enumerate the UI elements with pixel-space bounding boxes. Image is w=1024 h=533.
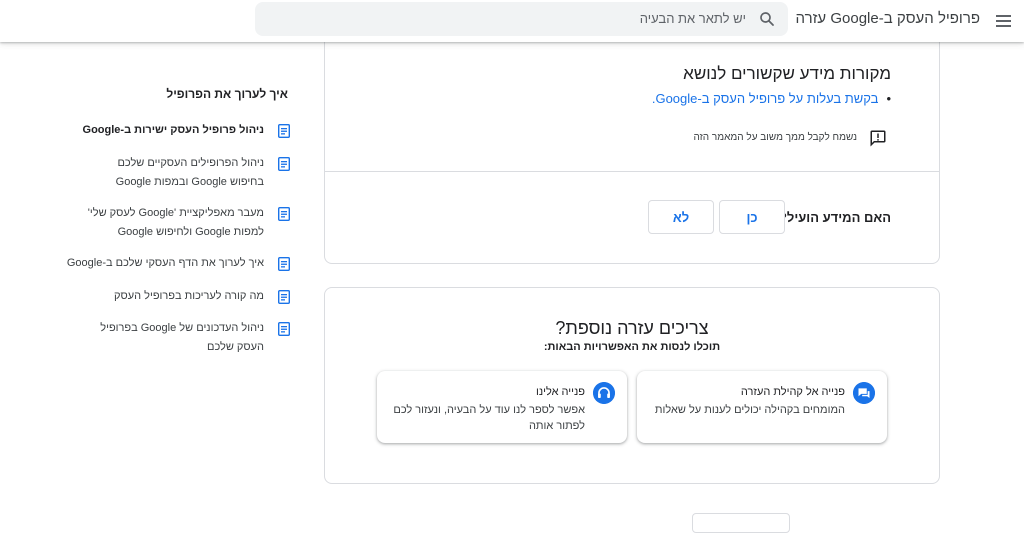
more-help-card: צריכים עזרה נוספת? תוכלו לנסות את האפשרו… <box>324 287 940 484</box>
sidebar-item-label: איך לערוך את הדף העסקי שלכם ב-Google <box>66 257 264 269</box>
search-icon[interactable] <box>758 10 776 28</box>
more-help-subtitle: תוכלו לנסות את האפשרויות הבאות: <box>543 341 721 353</box>
search-input[interactable]: יש לתאר את הבעיה <box>640 11 746 26</box>
helpful-question: האם המידע הועיל? <box>778 210 891 225</box>
sidebar-item-label: ניהול הפרופילים העסקיים שלכם בחיפוש Goog… <box>115 157 264 188</box>
related-list-item: • בקשת בעלות על פרופיל העסק ב-Google. <box>652 91 891 106</box>
app-title[interactable]: פרופיל העסק ב-Google עזרה <box>796 10 980 27</box>
sidebar-item-label: מעבר מאפליקציית 'Google לעסק שלי' למפות … <box>87 207 264 238</box>
document-icon <box>278 157 290 171</box>
menu-icon[interactable] <box>992 9 1016 33</box>
more-help-title: צריכים עזרה נוספת? <box>555 318 709 338</box>
bullet: • <box>886 91 891 106</box>
option-description: המומחים בקהילה יכולים לענות על שאלות <box>654 404 845 416</box>
document-icon <box>278 290 290 304</box>
help-community-option[interactable]: פנייה אל קהילת העזרה המומחים בקהילה יכול… <box>637 371 887 443</box>
document-icon <box>278 257 290 271</box>
sidebar-item-label: ניהול פרופיל העסק ישירות ב-Google <box>82 124 264 136</box>
sidebar-item-label: מה קורה לעריכות בפרופיל העסק <box>114 290 264 302</box>
sidebar-title: איך לערוך את הפרופיל <box>166 87 288 101</box>
document-icon <box>278 124 290 138</box>
search-box[interactable]: יש לתאר את הבעיה <box>255 2 788 36</box>
feedback-link[interactable]: נשמח לקבל ממך משוב על המאמר הזה <box>693 132 857 143</box>
document-icon <box>278 207 290 221</box>
related-link[interactable]: בקשת בעלות על פרופיל העסק ב-Google. <box>652 91 879 106</box>
yes-button[interactable]: כן <box>719 200 785 234</box>
document-icon <box>278 322 290 336</box>
feedback-icon[interactable] <box>869 129 887 147</box>
contact-us-option[interactable]: פנייה אלינו אפשר לספר לנו עוד על הבעיה, … <box>377 371 627 443</box>
option-title: פנייה אל קהילת העזרה <box>740 386 845 398</box>
no-button[interactable]: לא <box>648 200 714 234</box>
related-resources-title: מקורות מידע שקשורים לנושא <box>683 64 891 83</box>
option-description: אפשר לספר לנו עוד על הבעיה, ונעזור לכם ל… <box>393 404 585 432</box>
partial-button[interactable] <box>692 513 790 533</box>
headset-icon <box>593 382 615 404</box>
divider <box>325 171 939 172</box>
sidebar-item-label: ניהול העדכונים של Google בפרופיל העסק של… <box>100 322 264 353</box>
option-title: פנייה אלינו <box>535 386 585 398</box>
app-header: פרופיל העסק ב-Google עזרה יש לתאר את הבע… <box>0 0 1024 42</box>
article-footer-card: מקורות מידע שקשורים לנושא • בקשת בעלות על… <box>324 42 940 264</box>
forum-icon <box>853 382 875 404</box>
